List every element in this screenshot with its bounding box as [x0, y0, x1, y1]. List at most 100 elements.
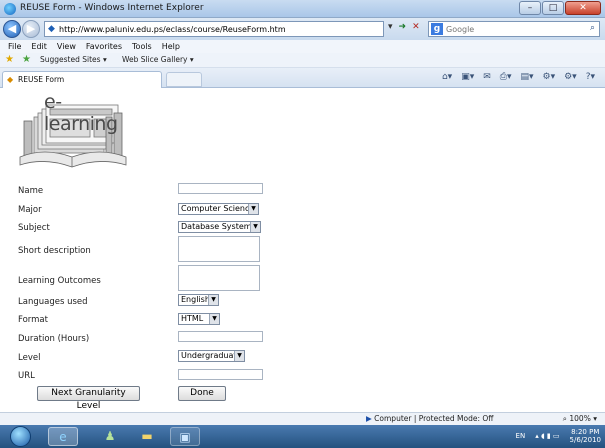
- languages-selected-value: English: [181, 295, 210, 304]
- url-label: URL: [18, 371, 35, 381]
- chevron-down-icon: ▼: [234, 351, 244, 361]
- print-icon[interactable]: ⎙▾: [500, 72, 512, 82]
- major-label: Major: [18, 205, 42, 215]
- maximize-button[interactable]: □: [542, 1, 564, 15]
- subject-selected-value: Database Systems: [181, 222, 256, 231]
- menu-view[interactable]: View: [57, 40, 76, 53]
- major-select[interactable]: Computer Science ▼: [178, 203, 259, 215]
- system-tray: EN ▴ ◖ ▮ ▭ 8:20 PM 5/6/2010: [516, 428, 601, 444]
- close-button[interactable]: ✕: [565, 1, 601, 15]
- duration-label: Duration (Hours): [18, 334, 90, 344]
- level-select[interactable]: Undergraduate ▼: [178, 350, 245, 362]
- taskbar-users-icon[interactable]: ♟: [95, 427, 125, 446]
- search-icon[interactable]: ⌕: [590, 23, 595, 33]
- security-zone-text: Computer | Protected Mode: Off: [374, 414, 494, 423]
- e-learning-logo: e-learning: [14, 91, 132, 173]
- safety-menu-icon[interactable]: ⚙▾: [543, 72, 556, 82]
- tab-bar: ◆ REUSE Form ⌂▾ ▣▾ ✉ ⎙▾ ▤▾ ⚙▾ ⚙▾ ?▾: [0, 68, 605, 88]
- done-button[interactable]: Done: [178, 386, 226, 401]
- tools-menu-icon[interactable]: ⚙▾: [564, 72, 577, 82]
- format-label: Format: [18, 315, 48, 325]
- menu-file[interactable]: File: [8, 40, 21, 53]
- tab-reuse-form[interactable]: ◆ REUSE Form: [2, 71, 162, 88]
- chevron-down-icon: ▼: [208, 295, 218, 305]
- home-icon[interactable]: ⌂▾: [442, 72, 452, 82]
- help-menu-icon[interactable]: ?▾: [586, 72, 595, 82]
- level-selected-value: Undergraduate: [181, 351, 242, 360]
- address-input[interactable]: [59, 23, 379, 35]
- chevron-down-icon: ▼: [248, 204, 258, 214]
- address-tools: ▾ ➜ ✕: [388, 22, 420, 32]
- short-description-label: Short description: [18, 246, 91, 256]
- logo-text: e-learning: [44, 91, 118, 135]
- short-description-input[interactable]: [178, 236, 260, 262]
- add-favorite-icon[interactable]: ★: [22, 54, 31, 65]
- stop-icon[interactable]: ✕: [412, 22, 420, 32]
- url-input[interactable]: [178, 369, 263, 380]
- computer-icon: ▶: [366, 414, 372, 423]
- page-menu-icon[interactable]: ▤▾: [520, 72, 533, 82]
- mail-icon[interactable]: ✉: [483, 72, 491, 82]
- format-selected-value: HTML: [181, 314, 204, 323]
- zoom-value: 100%: [569, 414, 591, 423]
- taskbar: e ♟ ▬ ▣ EN ▴ ◖ ▮ ▭ 8:20 PM 5/6/2010: [0, 425, 605, 448]
- duration-input[interactable]: [178, 331, 263, 342]
- address-toolbar: ◀ ▶ ◆ ▾ ➜ ✕ g ⌕: [0, 18, 605, 40]
- taskbar-web-editor-icon[interactable]: ▣: [170, 427, 200, 446]
- favorites-star-icon[interactable]: ★: [5, 54, 14, 65]
- forward-button[interactable]: ▶: [22, 20, 40, 38]
- search-input[interactable]: [446, 23, 576, 35]
- taskbar-folder-icon[interactable]: ▬: [132, 427, 162, 446]
- clock[interactable]: 8:20 PM 5/6/2010: [570, 428, 601, 444]
- languages-label: Languages used: [18, 297, 88, 307]
- zoom-level[interactable]: ⌕ 100% ▾: [563, 414, 597, 424]
- major-selected-value: Computer Science: [181, 204, 255, 213]
- level-label: Level: [18, 353, 41, 363]
- page-icon: ◆: [48, 24, 55, 34]
- minimize-button[interactable]: –: [519, 1, 541, 15]
- language-indicator[interactable]: EN: [516, 432, 526, 440]
- window-title: REUSE Form - Windows Internet Explorer: [20, 3, 204, 13]
- window-title-bar: REUSE Form - Windows Internet Explorer –…: [0, 0, 605, 18]
- name-label: Name: [18, 186, 44, 196]
- status-bar: ▶ Computer | Protected Mode: Off ⌕ 100% …: [0, 412, 605, 425]
- page-content: e-learning Name Major Computer Science ▼…: [0, 89, 605, 412]
- refresh-icon[interactable]: ➜: [399, 22, 407, 32]
- feeds-icon[interactable]: ▣▾: [461, 72, 474, 82]
- learning-outcomes-label: Learning Outcomes: [18, 276, 101, 286]
- clock-time: 8:20 PM: [571, 428, 600, 436]
- clock-date: 5/6/2010: [569, 436, 601, 444]
- command-bar: ⌂▾ ▣▾ ✉ ⎙▾ ▤▾ ⚙▾ ⚙▾ ?▾: [442, 72, 595, 82]
- tray-icons[interactable]: ▴ ◖ ▮ ▭: [535, 432, 559, 440]
- chevron-down-icon: ▼: [209, 314, 219, 324]
- tab-label: REUSE Form: [18, 75, 65, 84]
- web-slice-gallery-link[interactable]: Web Slice Gallery ▾: [122, 55, 194, 64]
- learning-outcomes-input[interactable]: [178, 265, 260, 291]
- dropdown-arrow-icon[interactable]: ▾: [388, 22, 393, 32]
- address-bar: ◆: [44, 21, 384, 37]
- start-button[interactable]: [10, 426, 31, 447]
- menu-edit[interactable]: Edit: [31, 40, 47, 53]
- next-granularity-level-button[interactable]: Next Granularity Level: [37, 386, 140, 411]
- languages-select[interactable]: English ▼: [178, 294, 219, 306]
- subject-select[interactable]: Database Systems ▼: [178, 221, 261, 233]
- menu-help[interactable]: Help: [162, 40, 180, 53]
- google-icon: g: [431, 23, 443, 35]
- menu-bar: File Edit View Favorites Tools Help: [0, 40, 605, 53]
- subject-label: Subject: [18, 223, 50, 233]
- menu-tools[interactable]: Tools: [132, 40, 152, 53]
- format-select[interactable]: HTML ▼: [178, 313, 220, 325]
- taskbar-internet-explorer-icon[interactable]: e: [48, 427, 78, 446]
- security-zone: ▶ Computer | Protected Mode: Off: [366, 414, 493, 423]
- internet-explorer-icon: [4, 3, 16, 15]
- suggested-sites-link[interactable]: Suggested Sites ▾: [40, 55, 107, 64]
- search-box: g ⌕: [428, 21, 600, 37]
- page-icon: ◆: [7, 75, 14, 84]
- window-controls: – □ ✕: [519, 1, 601, 15]
- favorites-bar: ★ ★ Suggested Sites ▾ Web Slice Gallery …: [0, 53, 605, 68]
- name-input[interactable]: [178, 183, 263, 194]
- new-tab-button[interactable]: [166, 72, 202, 87]
- chevron-down-icon: ▼: [250, 222, 260, 232]
- menu-favorites[interactable]: Favorites: [86, 40, 122, 53]
- back-button[interactable]: ◀: [3, 20, 21, 38]
